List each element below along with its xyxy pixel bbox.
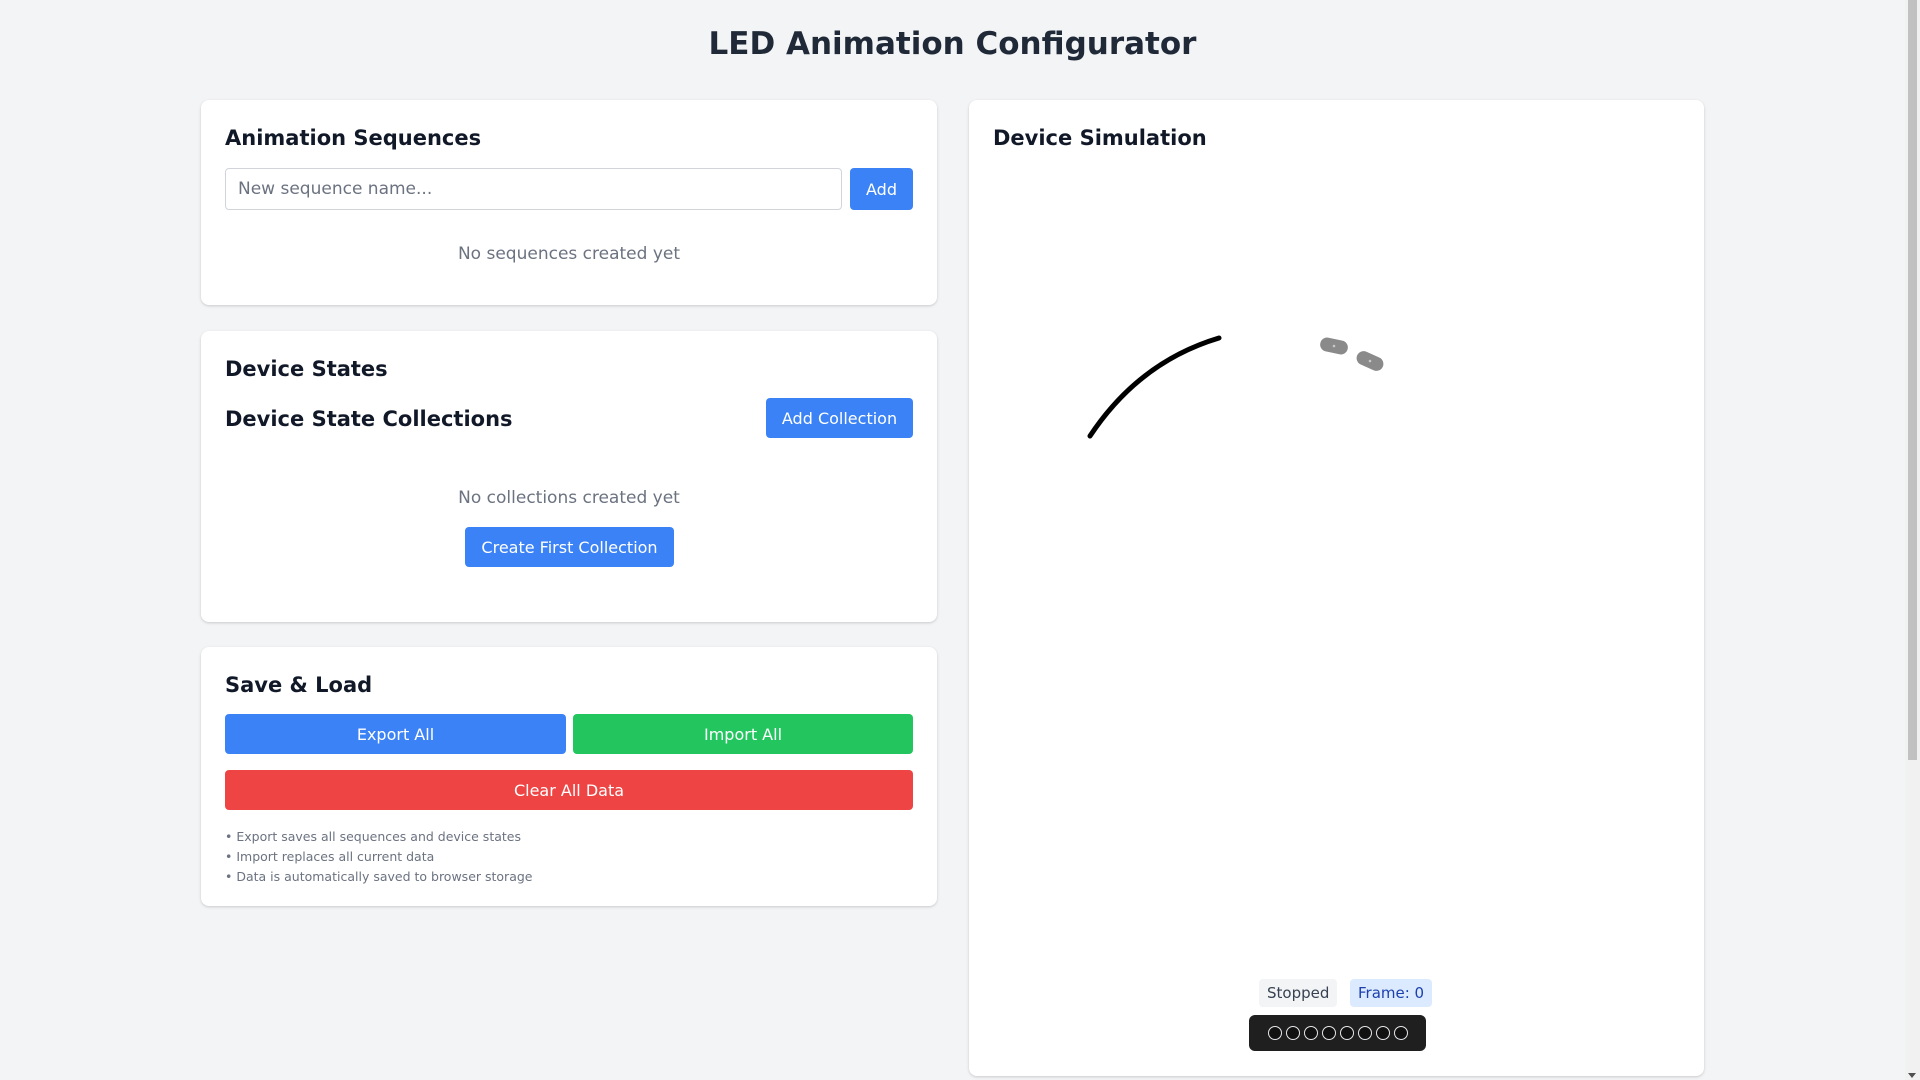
device-state-collections-title: Device State Collections bbox=[225, 407, 513, 431]
page-scrollbar[interactable] bbox=[1905, 0, 1920, 1080]
save-load-notes: • Export saves all sequences and device … bbox=[225, 827, 532, 887]
new-sequence-input[interactable] bbox=[225, 168, 842, 210]
device-states-card: Device States Device State Collections A… bbox=[201, 331, 937, 622]
led-strip bbox=[1249, 1015, 1426, 1051]
save-load-title: Save & Load bbox=[225, 673, 373, 697]
clear-all-data-button[interactable]: Clear All Data bbox=[225, 770, 913, 810]
add-collection-button[interactable]: Add Collection bbox=[766, 398, 913, 438]
note-import: • Import replaces all current data bbox=[225, 849, 435, 864]
animation-sequences-card: Animation Sequences Add No sequences cre… bbox=[201, 100, 937, 305]
status-badge: Stopped bbox=[1259, 979, 1338, 1007]
add-sequence-button[interactable]: Add bbox=[850, 168, 913, 210]
scroll-down-arrow-icon[interactable] bbox=[1908, 1073, 1916, 1078]
frame-badge: Frame: 0 bbox=[1350, 979, 1433, 1007]
device-illustration bbox=[1087, 335, 1384, 439]
led-5 bbox=[1339, 1026, 1354, 1040]
led-4 bbox=[1321, 1026, 1336, 1040]
device-arc bbox=[1087, 335, 1222, 439]
animation-sequences-title: Animation Sequences bbox=[225, 126, 482, 150]
import-all-button[interactable]: Import All bbox=[573, 714, 913, 754]
save-load-card: Save & Load Export All Import All Clear … bbox=[201, 647, 937, 906]
no-sequences-text: No sequences created yet bbox=[457, 244, 681, 264]
led-8 bbox=[1393, 1026, 1408, 1040]
led-6 bbox=[1357, 1026, 1372, 1040]
led-3 bbox=[1303, 1026, 1318, 1040]
page-title: LED Animation Configurator bbox=[708, 26, 1197, 62]
led-1 bbox=[1267, 1026, 1282, 1040]
led-7 bbox=[1375, 1026, 1390, 1040]
create-first-collection-button[interactable]: Create First Collection bbox=[465, 527, 674, 567]
device-states-title: Device States bbox=[225, 357, 388, 381]
note-autosave: • Data is automatically saved to browser… bbox=[225, 869, 533, 884]
scrollbar-thumb[interactable] bbox=[1908, 0, 1917, 760]
led-2 bbox=[1285, 1026, 1300, 1040]
note-export: • Export saves all sequences and device … bbox=[225, 829, 521, 844]
device-simulation-card: Device Simulation Stopped Frame: 0 bbox=[969, 100, 1704, 1076]
no-collections-text: No collections created yet bbox=[458, 488, 680, 508]
export-all-button[interactable]: Export All bbox=[225, 714, 566, 754]
